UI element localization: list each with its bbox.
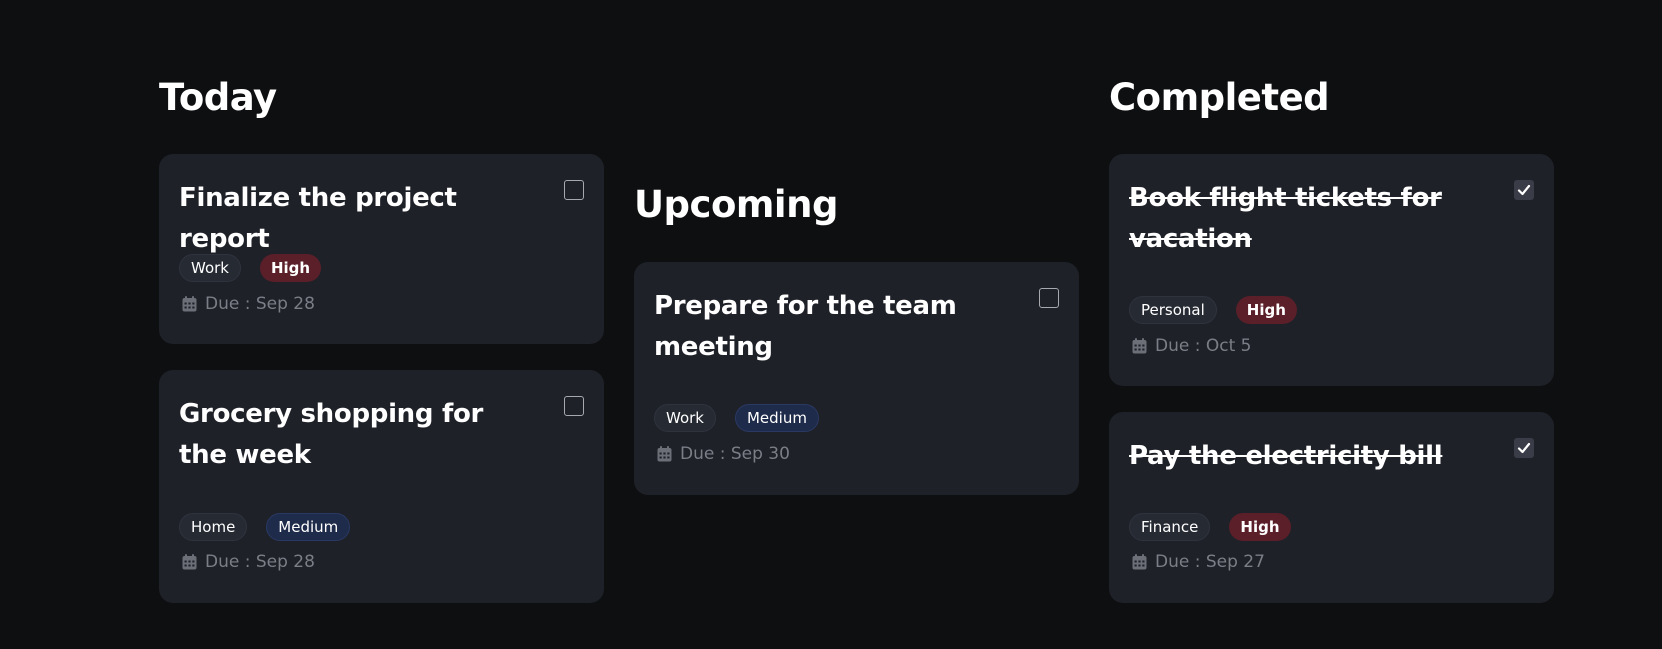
due-date: Due : Sep 28	[182, 294, 315, 314]
task-title: Grocery shopping for the week	[179, 399, 484, 470]
due-date-label: Due : Sep 27	[1155, 552, 1265, 572]
task-checkbox[interactable]	[1514, 180, 1534, 200]
priority-tag: High	[1229, 513, 1291, 541]
column-title-upcoming: Upcoming	[634, 183, 838, 226]
task-title: Finalize the project report	[179, 183, 457, 254]
calendar-icon	[182, 554, 197, 570]
category-tag: Work	[179, 254, 241, 282]
task-card[interactable]: Grocery shopping for the week Home Mediu…	[159, 370, 604, 603]
task-tags: Work Medium	[654, 404, 819, 432]
task-tags: Home Medium	[179, 513, 351, 541]
calendar-icon	[182, 296, 197, 312]
task-tags: Personal High	[1129, 296, 1297, 324]
due-date: Due : Sep 27	[1132, 552, 1265, 572]
priority-tag: High	[259, 254, 322, 282]
task-card[interactable]: Finalize the project report Work High Du…	[159, 154, 604, 344]
category-tag: Work	[654, 404, 716, 432]
due-date-label: Due : Sep 28	[205, 552, 315, 572]
task-checkbox[interactable]	[1039, 288, 1059, 308]
priority-tag: High	[1235, 296, 1297, 324]
task-checkbox[interactable]	[1514, 438, 1534, 458]
due-date: Due : Oct 5	[1132, 336, 1251, 356]
task-title: Pay the electricity bill	[1129, 441, 1443, 471]
task-tags: Work High	[179, 254, 322, 282]
check-icon	[1517, 442, 1531, 454]
due-date: Due : Sep 30	[657, 444, 790, 464]
calendar-icon	[1132, 554, 1147, 570]
task-card[interactable]: Prepare for the team meeting Work Medium…	[634, 262, 1079, 495]
task-title: Book flight tickets for vacation	[1129, 183, 1442, 254]
category-tag: Finance	[1129, 513, 1211, 541]
task-checkbox[interactable]	[564, 396, 584, 416]
calendar-icon	[657, 446, 672, 462]
calendar-icon	[1132, 338, 1147, 354]
category-tag: Personal	[1129, 296, 1217, 324]
priority-tag: Medium	[266, 513, 351, 541]
task-title: Prepare for the team meeting	[654, 291, 957, 362]
task-checkbox[interactable]	[564, 180, 584, 200]
due-date-label: Due : Sep 28	[205, 294, 315, 314]
task-card[interactable]: Book flight tickets for vacation Persona…	[1109, 154, 1554, 386]
check-icon	[1517, 184, 1531, 196]
due-date-label: Due : Sep 30	[680, 444, 790, 464]
category-tag: Home	[179, 513, 248, 541]
task-card[interactable]: Pay the electricity bill Finance High Du…	[1109, 412, 1554, 603]
column-title-today: Today	[159, 76, 277, 119]
due-date-label: Due : Oct 5	[1155, 336, 1252, 356]
due-date: Due : Sep 28	[182, 552, 315, 572]
priority-tag: Medium	[734, 404, 819, 432]
task-tags: Finance High	[1129, 513, 1291, 541]
column-title-completed: Completed	[1109, 76, 1330, 119]
